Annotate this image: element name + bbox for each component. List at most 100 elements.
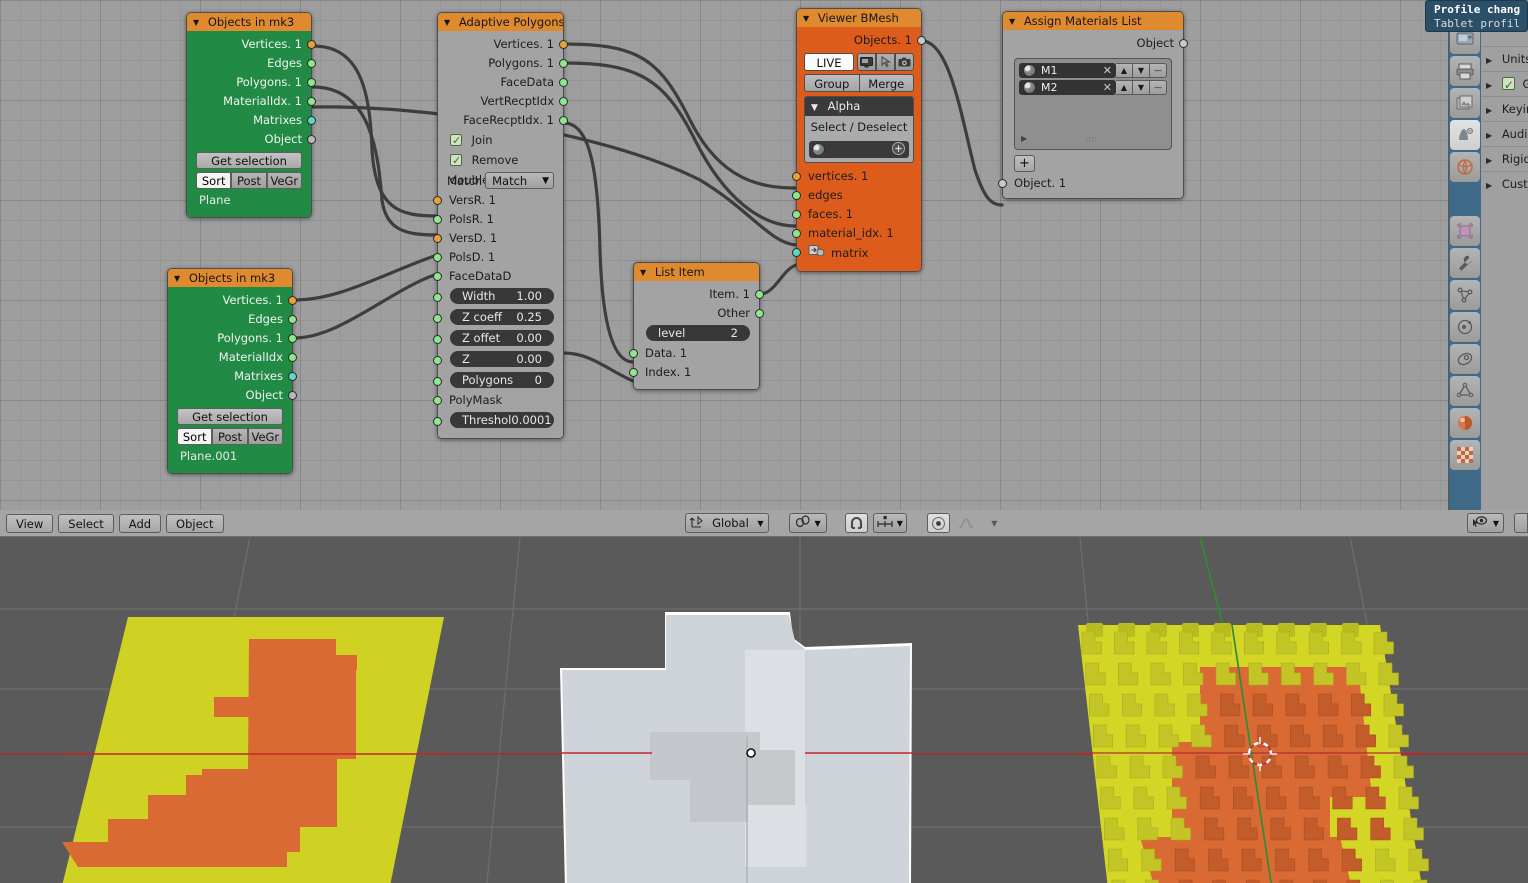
live-toggle-button[interactable]: LIVE bbox=[804, 53, 854, 71]
remove-icon[interactable]: — bbox=[1150, 63, 1167, 78]
expand-triangle-icon[interactable]: ▶ bbox=[1486, 73, 1492, 96]
socket-row-polymask[interactable]: PolyMask bbox=[433, 391, 563, 410]
socket-row-matrixes[interactable]: Matrixes bbox=[187, 111, 316, 130]
group-button[interactable]: Group bbox=[804, 74, 859, 92]
object-icon[interactable] bbox=[1450, 216, 1480, 246]
sort-post-vegr-toggle[interactable]: Sort Post VeGr bbox=[196, 172, 302, 189]
material-row[interactable]: M1 ✕ ▲ ▼ — bbox=[1019, 63, 1167, 78]
socket-item-out[interactable] bbox=[755, 290, 764, 299]
width-coeff-value-field[interactable]: Width coeff 1.00 bbox=[450, 288, 554, 304]
toggle-sort[interactable]: Sort bbox=[196, 172, 232, 189]
socket-row-item[interactable]: Item. 1 bbox=[634, 285, 764, 304]
viewport-3d[interactable]: View Select Add Object Global ▼ ▼ ▼ ▼ ▼ bbox=[0, 510, 1528, 883]
physics-icon[interactable] bbox=[1450, 312, 1480, 342]
material-selector-row[interactable] bbox=[809, 141, 909, 158]
menu-add[interactable]: Add bbox=[118, 513, 162, 533]
toggle-vegr[interactable]: VeGr bbox=[266, 172, 302, 189]
socket-polymask-in[interactable] bbox=[433, 396, 442, 405]
socket-object-out[interactable] bbox=[307, 135, 316, 144]
expand-triangle-icon[interactable]: ▶ bbox=[1486, 48, 1492, 71]
socket-row-vertices[interactable]: Vertices. 1 bbox=[168, 291, 297, 310]
checkbox-row-join[interactable]: Join bbox=[438, 130, 563, 151]
expand-triangle-icon[interactable]: ▶ bbox=[1486, 148, 1492, 171]
material-row[interactable]: M2 ✕ ▲ ▼ — bbox=[1019, 80, 1167, 95]
node-list-item[interactable]: ▼ List Item Item. 1 Other level 2 Data. … bbox=[629, 262, 764, 390]
socket-row-index[interactable]: Index. 1 bbox=[629, 363, 759, 382]
prop-row-rigid-body[interactable]: ▶ Rigid bbox=[1482, 146, 1528, 171]
get-selection-button[interactable]: Get selection bbox=[196, 152, 302, 169]
snap-increment-select[interactable]: ▼ bbox=[872, 513, 907, 533]
add-material-button[interactable]: + bbox=[1014, 155, 1035, 172]
node-header[interactable]: ▼ List Item bbox=[634, 263, 759, 281]
socket-vertices-out[interactable] bbox=[307, 40, 316, 49]
socket-row-matrixes[interactable]: Matrixes bbox=[168, 367, 297, 386]
socket-row-facedatad[interactable]: FaceDataD bbox=[433, 267, 563, 286]
expand-triangle-icon[interactable]: ▶ bbox=[1486, 173, 1492, 196]
checkbox-row-remove-doubles[interactable]: Remove doubles bbox=[438, 150, 563, 187]
wrench-icon[interactable] bbox=[1450, 248, 1480, 278]
socket-row-threshol[interactable]: Threshol 0.0001 bbox=[433, 412, 563, 431]
collapse-triangle-icon[interactable]: ▼ bbox=[1009, 13, 1015, 30]
socket-facedatad-in[interactable] bbox=[433, 272, 442, 281]
texture-icon[interactable] bbox=[1450, 440, 1480, 470]
merge-button[interactable]: Merge bbox=[858, 74, 914, 92]
move-up-icon[interactable]: ▲ bbox=[1116, 63, 1133, 78]
snap-link-button[interactable]: ▼ bbox=[788, 513, 827, 533]
remove-icon[interactable]: — bbox=[1150, 80, 1167, 95]
node-objects-in-mk3-a[interactable]: ▼ Objects in mk3 Vertices. 1 Edges Polyg… bbox=[186, 12, 316, 218]
menu-object[interactable]: Object bbox=[166, 513, 224, 533]
socket-row-vertices-in[interactable]: vertices. 1 bbox=[792, 167, 921, 186]
socket-polygons-out[interactable] bbox=[307, 78, 316, 87]
socket-vertices-in[interactable] bbox=[792, 172, 801, 181]
socket-row-polygons-rotat[interactable]: Polygons rotat 0 bbox=[433, 372, 563, 391]
socket-row-other[interactable]: Other bbox=[634, 304, 764, 323]
socket-object-out[interactable] bbox=[288, 391, 297, 400]
toggle-post[interactable]: Post bbox=[212, 428, 248, 445]
expand-triangle-icon[interactable]: ▶ bbox=[1021, 134, 1027, 143]
socket-row-vertices[interactable]: Vertices. 1 bbox=[187, 35, 316, 54]
expand-triangle-icon[interactable]: ▶ bbox=[1486, 123, 1492, 146]
prop-row-gravity[interactable]: ▶ G bbox=[1482, 71, 1528, 96]
socket-width-coeff-in[interactable] bbox=[433, 293, 442, 302]
threshol-value-field[interactable]: Threshol 0.0001 bbox=[450, 412, 554, 428]
materials-list-box[interactable]: M1 ✕ ▲ ▼ — M2 ✕ ▲ ▼ — ▶ ∷∷ bbox=[1014, 58, 1172, 150]
falloff-dropdown[interactable]: ▼ bbox=[983, 513, 1006, 533]
socket-index-in[interactable] bbox=[629, 368, 638, 377]
material-icon[interactable] bbox=[1450, 408, 1480, 438]
socket-row-edges-in[interactable]: edges bbox=[792, 186, 921, 205]
move-down-icon[interactable]: ▼ bbox=[1133, 80, 1150, 95]
socket-polsd-in[interactable] bbox=[433, 253, 442, 262]
printer-icon[interactable] bbox=[1450, 56, 1480, 86]
socket-row-polsr[interactable]: PolsR. 1 bbox=[433, 210, 563, 229]
socket-object-out[interactable] bbox=[1179, 39, 1188, 48]
toggle-sort[interactable]: Sort bbox=[177, 428, 213, 445]
socket-edges-out[interactable] bbox=[307, 59, 316, 68]
menu-select[interactable]: Select bbox=[58, 513, 114, 533]
z-coeff-value-field[interactable]: Z coeff 0.25 bbox=[450, 309, 554, 325]
node-viewer-bmesh[interactable]: ▼ Viewer BMesh Objects. 1 LIVE Group Mer… bbox=[792, 8, 926, 272]
node-editor-area[interactable]: ▼ Objects in mk3 Vertices. 1 Edges Polyg… bbox=[0, 0, 1448, 510]
resize-grip-icon[interactable]: ∷∷ bbox=[1086, 136, 1100, 144]
expand-triangle-icon[interactable]: ▶ bbox=[1486, 98, 1492, 121]
socket-material-idx-in[interactable] bbox=[792, 229, 801, 238]
checkbox-icon[interactable] bbox=[1501, 73, 1515, 96]
cursor-icon[interactable] bbox=[876, 53, 895, 71]
socket-row-faces-in[interactable]: faces. 1 bbox=[792, 205, 921, 224]
prop-row-keying[interactable]: ▶ Keyin bbox=[1482, 96, 1528, 121]
move-down-icon[interactable]: ▼ bbox=[1133, 63, 1150, 78]
group-merge-row[interactable]: Group Merge bbox=[804, 74, 914, 92]
socket-materialidx-out[interactable] bbox=[307, 97, 316, 106]
image-stack-icon[interactable] bbox=[1450, 88, 1480, 118]
collapse-triangle-icon[interactable]: ▼ bbox=[640, 264, 646, 281]
z-offet-value-field[interactable]: Z offet 0.00 bbox=[450, 330, 554, 346]
material-name-field[interactable]: M1 ✕ bbox=[1019, 63, 1116, 78]
sort-post-vegr-toggle[interactable]: Sort Post VeGr bbox=[177, 428, 283, 445]
constraint-icon[interactable] bbox=[1450, 344, 1480, 374]
socket-row-vertrecptidx[interactable]: VertRecptIdx bbox=[438, 92, 568, 111]
socket-facedata-out[interactable] bbox=[559, 78, 568, 87]
move-up-icon[interactable]: ▲ bbox=[1116, 80, 1133, 95]
properties-panel[interactable]: Back ▶ Units ▶ G ▶ Keyin ▶ Audio ▶ Rigid… bbox=[1425, 0, 1528, 510]
socket-row-object-out[interactable]: Object bbox=[1003, 34, 1188, 53]
camera-icon[interactable] bbox=[895, 53, 914, 71]
socket-z-offet-in[interactable] bbox=[433, 335, 442, 344]
